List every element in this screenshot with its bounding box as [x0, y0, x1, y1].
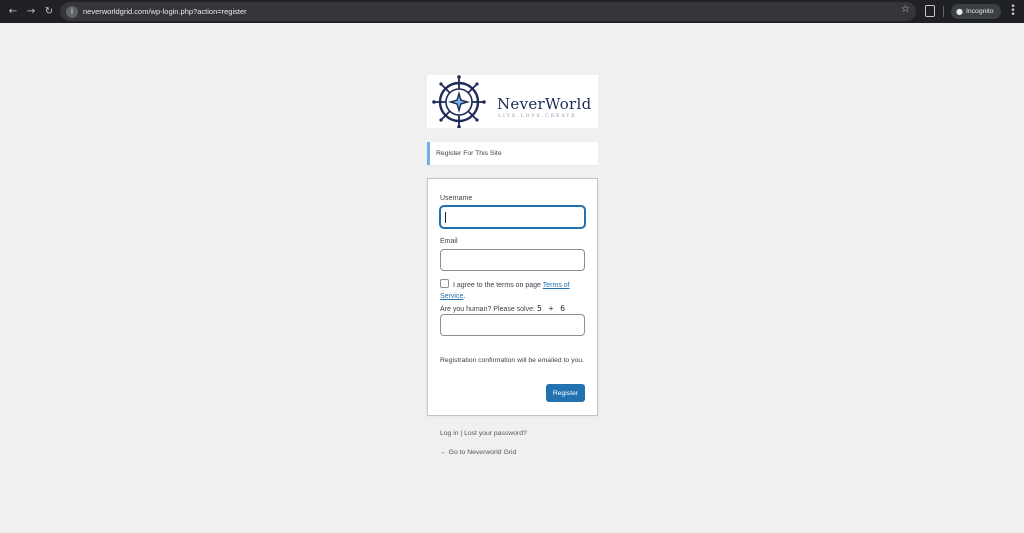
- registration-form: Username Email I agree to the terms on p…: [427, 178, 598, 416]
- back-to-site-link[interactable]: ← Go to Neverworld Grid: [440, 449, 516, 456]
- logo-tagline: LIVE.LOVE.CREATE.: [498, 114, 581, 119]
- links-separator: |: [460, 430, 463, 437]
- login-links: Log in | Lost your password?: [440, 430, 527, 437]
- extensions-icon[interactable]: [925, 5, 935, 17]
- back-to-site: ← Go to Neverworld Grid: [440, 449, 516, 456]
- menu-dots-icon[interactable]: • • •: [1010, 3, 1016, 20]
- email-input[interactable]: [440, 249, 585, 271]
- logo-wordmark: NeverWorld: [497, 95, 592, 113]
- ship-wheel-icon: [432, 75, 486, 128]
- register-button[interactable]: Register: [546, 384, 585, 402]
- forward-arrow-icon[interactable]: →: [24, 5, 38, 19]
- captcha-label-text: Are you human? Please solve:: [440, 306, 535, 313]
- username-input[interactable]: [440, 206, 585, 228]
- register-message-text: Register For This Site: [436, 150, 502, 157]
- incognito-icon: ●: [956, 7, 963, 16]
- incognito-indicator[interactable]: ● Incognito: [951, 4, 1001, 19]
- site-logo[interactable]: NeverWorld LIVE.LOVE.CREATE.: [427, 75, 598, 128]
- address-bar[interactable]: i neverworldgrid.com/wp-login.php?action…: [60, 2, 916, 21]
- captcha-answer-input[interactable]: [440, 314, 585, 336]
- login-link[interactable]: Log in: [440, 430, 459, 437]
- bookmark-star-icon[interactable]: ☆: [901, 4, 910, 15]
- captcha-label: Are you human? Please solve: 5 + 6: [440, 304, 566, 313]
- captcha-image: 5 + 6: [536, 304, 567, 313]
- confirmation-note: Registration confirmation will be emaile…: [440, 357, 584, 364]
- back-arrow-icon[interactable]: ←: [6, 5, 20, 19]
- toolbar-divider: [943, 6, 944, 17]
- terms-prefix: I agree to the terms on page: [453, 282, 543, 289]
- lost-password-link[interactable]: Lost your password?: [464, 430, 527, 437]
- browser-toolbar: ← → ↻ i neverworldgrid.com/wp-login.php?…: [0, 0, 1024, 23]
- register-message: Register For This Site: [427, 142, 598, 165]
- terms-suffix: .: [463, 293, 466, 300]
- url-text: neverworldgrid.com/wp-login.php?action=r…: [83, 7, 247, 16]
- incognito-label: Incognito: [965, 8, 994, 15]
- email-label: Email: [440, 238, 458, 245]
- reload-icon[interactable]: ↻: [42, 5, 56, 19]
- text-caret: [445, 212, 446, 223]
- terms-text: I agree to the terms on page Terms of Se…: [440, 280, 590, 302]
- username-label: Username: [440, 195, 473, 202]
- site-info-icon[interactable]: i: [66, 5, 78, 18]
